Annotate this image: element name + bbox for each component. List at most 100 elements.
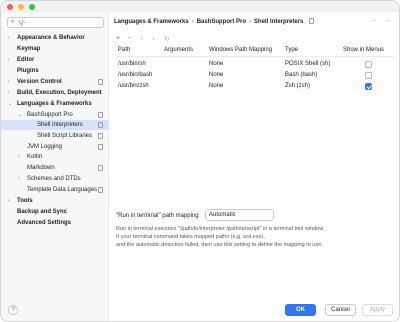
show-in-menus-checkbox[interactable] (365, 61, 372, 68)
project-scope-icon (98, 165, 103, 171)
chevron-right-icon[interactable]: › (8, 88, 10, 98)
ok-button[interactable]: OK (285, 304, 316, 316)
chevron-right-icon[interactable]: › (18, 174, 20, 184)
sidebar-item-label: Markdown (27, 165, 55, 171)
help-line: and the automatic detection failed, then… (116, 242, 323, 248)
sidebar-item-label: Tools (17, 198, 33, 204)
column-header-arguments[interactable]: Arguments (164, 45, 193, 56)
settings-content: Languages & Frameworks › BashSupport Pro › S… (110, 12, 399, 321)
sidebar-item-languages-frameworks[interactable]: ⌄ Languages & Frameworks (1, 99, 109, 109)
help-line: Run in terminal executes "/path/to/inter… (116, 226, 325, 232)
sidebar-item-version-control[interactable]: › Version Control (1, 77, 109, 87)
sidebar-item-label: Backup and Sync (17, 209, 68, 215)
path-mapping-help: Run in terminal executes "/path/to/inter… (116, 225, 395, 249)
cell-path: /usr/bin/bash (118, 72, 153, 78)
sidebar-item-label: Appearance & Behavior (17, 35, 85, 41)
sidebar-item-label: Editor (17, 57, 35, 63)
chevron-down-icon[interactable]: ⌄ (8, 99, 12, 109)
sidebar-item-template-data-languages[interactable]: Template Data Languages (1, 185, 109, 195)
sidebar-item-label: Shell Script Libraries (37, 133, 93, 139)
chevron-right-icon[interactable]: › (8, 33, 10, 43)
column-header-type[interactable]: Type (285, 45, 298, 56)
cell-path: /usr/bin/sh (118, 61, 146, 67)
sidebar-item-label: Languages & Frameworks (17, 101, 92, 107)
sidebar-item-tools[interactable]: › Tools (1, 196, 109, 206)
project-scope-icon (309, 18, 315, 24)
project-scope-icon (98, 122, 103, 128)
chevron-right-icon[interactable]: › (8, 196, 10, 206)
table-row[interactable]: /usr/bin/bash None Bash (bash) (116, 70, 395, 81)
project-scope-icon (98, 112, 103, 118)
cancel-button[interactable]: Cancel (325, 304, 356, 316)
refresh-icon[interactable]: ↻ (164, 35, 170, 43)
show-in-menus-checkbox[interactable] (365, 72, 372, 79)
column-header-show-in-menus[interactable]: Show in Menus (343, 45, 384, 56)
sidebar-item-markdown[interactable]: Markdown (1, 163, 109, 173)
sidebar-item-plugins[interactable]: Plugins (1, 66, 109, 76)
path-mapping-select[interactable]: Automatic (205, 209, 274, 221)
sidebar-item-appearance-behavior[interactable]: › Appearance & Behavior (1, 33, 109, 43)
sidebar-item-label: Build, Execution, Deployment (17, 90, 102, 96)
chevron-right-icon[interactable]: › (8, 77, 10, 87)
chevron-right-icon[interactable]: › (8, 55, 10, 65)
sidebar-item-kotlin[interactable]: › Kotlin (1, 152, 109, 162)
breadcrumb-item[interactable]: Languages & Frameworks (114, 19, 189, 25)
breadcrumb-item: Shell Interpreters (254, 19, 304, 25)
cell-type: Bash (bash) (285, 72, 318, 78)
sidebar-item-advanced-settings[interactable]: Advanced Settings (1, 218, 109, 228)
table-row[interactable]: /usr/bin/sh None POSIX Shell (sh) (116, 59, 395, 70)
sidebar-item-editor[interactable]: › Editor (1, 55, 109, 65)
sidebar-item-build-execution-deployment[interactable]: › Build, Execution, Deployment (1, 88, 109, 98)
add-icon[interactable]: + (116, 35, 120, 42)
column-header-windows-path-mapping[interactable]: Windows Path Mapping (209, 45, 272, 56)
project-scope-icon (98, 187, 103, 193)
sidebar-item-label: Schemes and DTDs (27, 176, 81, 182)
sidebar-item-shell-script-libraries[interactable]: Shell Script Libraries (1, 131, 109, 141)
settings-sidebar: ⌕ › Appearance & Behavior Keymap › Editor Plu… (1, 12, 109, 321)
move-up-icon[interactable]: ↑ (140, 35, 144, 42)
back-arrow-icon[interactable]: ← (371, 17, 378, 24)
move-down-icon[interactable]: ↓ (152, 35, 156, 42)
project-scope-icon (98, 79, 103, 85)
sidebar-item-jvm-logging[interactable]: JVM Logging (1, 142, 109, 152)
breadcrumb-separator: › (191, 19, 194, 25)
breadcrumb-separator: › (249, 19, 252, 25)
search-input[interactable] (19, 19, 99, 27)
project-scope-icon (98, 133, 103, 139)
path-mapping-label: "Run in terminal" path mapping (116, 213, 199, 219)
remove-icon[interactable]: − (128, 35, 132, 42)
navigation-arrows: ← → (365, 17, 391, 24)
column-header-path[interactable]: Path (118, 45, 130, 56)
forward-arrow-icon[interactable]: → (384, 17, 391, 24)
help-button[interactable]: ? (8, 305, 18, 315)
search-box[interactable]: ⌕ (7, 17, 104, 28)
show-in-menus-checkbox[interactable] (365, 83, 372, 90)
sidebar-item-label: Version Control (17, 79, 62, 85)
sidebar-item-label: BashSupport Pro (27, 112, 73, 118)
sidebar-item-label: Template Data Languages (27, 187, 98, 193)
cell-mapping: None (209, 61, 224, 67)
sidebar-item-bashsupport-pro[interactable]: ⌄ BashSupport Pro (1, 110, 109, 120)
header-divider (116, 56, 395, 57)
chevron-right-icon[interactable]: › (18, 152, 20, 162)
chevron-down-icon[interactable]: ⌄ (18, 110, 22, 120)
sidebar-item-label: Plugins (17, 68, 39, 74)
cell-mapping: None (209, 83, 224, 89)
zoom-window-button[interactable] (29, 4, 35, 10)
search-icon: ⌕ (11, 19, 15, 25)
close-window-button[interactable] (7, 4, 13, 10)
apply-button[interactable]: Apply (362, 304, 393, 316)
minimize-window-button[interactable] (18, 4, 24, 10)
project-scope-icon (98, 144, 103, 150)
breadcrumb-item[interactable]: BashSupport Pro (197, 19, 246, 25)
cell-path: /usr/bin/zsh (118, 83, 149, 89)
settings-window: ⌕ › Appearance & Behavior Keymap › Editor Plu… (0, 0, 400, 322)
table-row[interactable]: /usr/bin/zsh None Zsh (zsh) (116, 81, 395, 92)
sidebar-item-label: Keymap (17, 46, 41, 52)
sidebar-item-shell-interpreters[interactable]: Shell Interpreters (1, 120, 109, 130)
sidebar-item-schemes-and-dtds[interactable]: › Schemes and DTDs (1, 174, 109, 184)
sidebar-item-keymap[interactable]: Keymap (1, 44, 109, 54)
sidebar-item-label: Shell Interpreters (37, 122, 83, 128)
help-line: If your terminal command takes mapped pa… (116, 234, 265, 240)
sidebar-item-backup-and-sync[interactable]: Backup and Sync (1, 207, 109, 217)
